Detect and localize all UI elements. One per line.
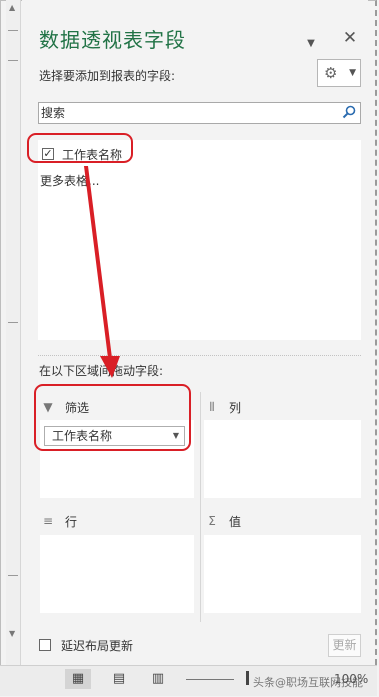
left-scroll-rail[interactable]: ▲ ▼ (6, 0, 21, 665)
scroll-up-icon[interactable]: ▲ (9, 4, 15, 12)
status-bar: ▦ ▤ ▥ 头条@职场互联网技能 100% (0, 665, 377, 696)
zoom-slider[interactable] (186, 679, 234, 680)
annotation-arrow (84, 166, 120, 378)
zoom-slider-thumb[interactable] (246, 671, 249, 685)
defer-label: 延迟布局更新 (61, 638, 134, 653)
update-button[interactable]: 更新 (328, 634, 361, 657)
normal-view-icon[interactable]: ▦ (65, 669, 91, 689)
page-layout-view-icon[interactable]: ▤ (106, 669, 132, 689)
zoom-level[interactable]: 100% (334, 672, 368, 686)
pivot-field-pane: 数据透视表字段 ▼ ✕ 选择要添加到报表的字段: ⚙ ▼ 搜索 ✓ 工作表名称 … (22, 0, 368, 665)
defer-layout-row[interactable]: 延迟布局更新 (39, 637, 133, 653)
defer-checkbox[interactable] (39, 639, 51, 651)
rail-tick (8, 322, 18, 331)
rail-tick (8, 60, 18, 69)
scroll-down-icon[interactable]: ▼ (9, 630, 15, 638)
rail-tick (8, 30, 18, 39)
rail-tick (8, 575, 18, 584)
page-break-view-icon[interactable]: ▥ (145, 669, 171, 689)
